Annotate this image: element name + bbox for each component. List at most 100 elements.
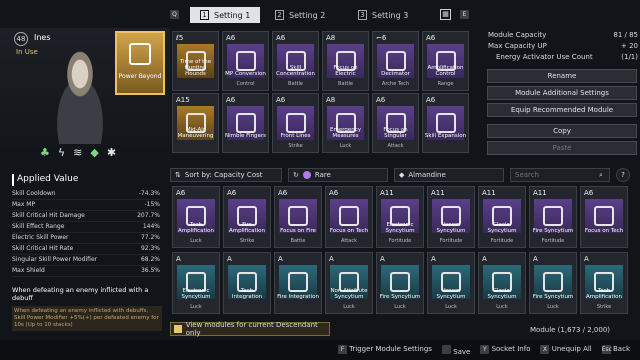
capacity-cost: A8 (326, 34, 336, 42)
inventory-module-card[interactable]: A11 Glacial Syncytium Fortitude (478, 186, 526, 248)
module-category: Fortitude (388, 238, 412, 244)
hint-label: Trigger Module Settings (349, 345, 432, 353)
capacity-cost: A (380, 255, 385, 263)
inventory-module-card[interactable]: A Fire Integration (274, 252, 322, 314)
tab-setting-2[interactable]: 2 Setting 2 (275, 7, 325, 23)
footer-hint[interactable]: Esc Back (601, 345, 630, 356)
inventory-module-card[interactable]: A Fire Syncytium Luck (376, 252, 424, 314)
tab-setting-3[interactable]: 3 Setting 3 (358, 7, 408, 23)
inventory-module-card[interactable]: A11 Fire Syncytium Fortitude (529, 186, 577, 248)
footer-hint[interactable]: Save (441, 345, 470, 356)
equipped-module-card[interactable]: ℓ5 Time of the Hunting Hounds (172, 31, 219, 91)
module-name: Decimator (381, 71, 410, 77)
search-input[interactable] (515, 171, 595, 179)
equipped-module-card[interactable]: A6 Amplification Control Range (422, 31, 469, 91)
inventory-module-card[interactable]: A Tech Integration (223, 252, 271, 314)
tab-setting-1[interactable]: 1 Setting 1 (190, 7, 261, 23)
inventory-module-card[interactable]: A6 Tech Amplification Luck (172, 186, 220, 248)
main-module-card[interactable]: Power Beyond (115, 31, 165, 95)
module-name: Electronic Syncytium (181, 288, 211, 300)
next-tab-key[interactable]: E (460, 10, 469, 19)
module-name: Mid-Air Maneuvering (177, 127, 214, 139)
module-category: Strike (239, 238, 255, 244)
inventory-module-card[interactable]: A Non-Attribute Syncytium Luck (325, 252, 373, 314)
inventory-module-card[interactable]: A Venom Syncytium Luck (427, 252, 475, 314)
capacity-cost: ⌐6 (376, 34, 387, 42)
tab-num: 1 (200, 10, 209, 20)
skill-4-icon[interactable]: ◆ (90, 146, 98, 160)
skill-2-icon[interactable]: ϟ (58, 146, 65, 160)
footer-hint[interactable]: F Trigger Module Settings (337, 345, 432, 356)
grid-icon[interactable]: ▦ (440, 9, 451, 20)
inventory-module-card[interactable]: A Fire Syncytium Luck (529, 252, 577, 314)
prev-tab-key[interactable]: Q (170, 10, 179, 19)
equipped-module-card[interactable]: ⌐6 Decimator Arche Tech (372, 31, 419, 91)
equipped-module-card[interactable]: A6 Skill Expansion (422, 93, 469, 153)
additional-settings-button[interactable]: Module Additional Settings (487, 86, 637, 100)
module-name: Venom Syncytium (436, 288, 466, 300)
equipped-module-card[interactable]: A15 Mid-Air Maneuvering (172, 93, 219, 153)
footer-hint[interactable]: X Unequip All (540, 345, 592, 356)
skill-1-icon[interactable]: ♣ (40, 146, 50, 160)
equipped-module-card[interactable]: A6 Front Lines Strike (272, 93, 319, 153)
capacity-cost: A15 (176, 96, 190, 104)
capacity-cost: A6 (584, 189, 594, 197)
inventory-module-card[interactable]: A11 Venom Syncytium Fortitude (427, 186, 475, 248)
inventory-module-card[interactable]: A11 Electronic Syncytium Fortitude (376, 186, 424, 248)
equip-recommended-button[interactable]: Equip Recommended Module (487, 103, 637, 117)
inventory-module-card[interactable]: A6 Focus on Tech (580, 186, 628, 248)
module-glyph-icon (288, 206, 308, 226)
sort-dropdown[interactable]: ⇅ Sort by: Capacity Cost (170, 168, 282, 182)
capacity-cost: A6 (426, 96, 436, 104)
module-category: Fortitude (541, 238, 565, 244)
equipped-module-card[interactable]: A6 Skill Concentration Battle (272, 31, 319, 91)
inventory-module-card[interactable]: A Glacial Syncytium Luck (478, 252, 526, 314)
paste-button[interactable]: Paste (487, 141, 637, 155)
help-icon[interactable]: ? (616, 168, 630, 182)
module-glyph-icon (285, 113, 306, 133)
module-category: Luck (445, 304, 457, 310)
applied-title: Applied Value (12, 174, 162, 186)
equipped-module-card[interactable]: A8 Focus on Electric Battle (322, 31, 369, 91)
module-category: Luck (343, 304, 355, 310)
key-icon (441, 345, 451, 354)
equipped-module-card[interactable]: A8 Emergency Measures Luck (322, 93, 369, 153)
view-toggle-label: View modules for current Descendant only (185, 321, 318, 337)
tab-label: Setting 2 (289, 10, 326, 20)
footer-hint[interactable]: Y Socket Info (480, 345, 530, 356)
character-portrait (40, 44, 120, 144)
skill-5-icon[interactable]: ✱ (107, 146, 116, 160)
copy-button[interactable]: Copy (487, 124, 637, 138)
rarity-dropdown[interactable]: ↻ Rare (288, 168, 388, 182)
in-use-status: In Use (16, 48, 38, 56)
module-category: Attack (387, 143, 404, 149)
inventory-module-card[interactable]: A6 Focus on Fire Battle (274, 186, 322, 248)
equipped-module-card[interactable]: A6 Nimble Fingers (222, 93, 269, 153)
level-badge: 48 (14, 32, 28, 46)
footer-bar: F Trigger Module Settings Save Y Socket I… (0, 340, 640, 360)
equipped-module-card[interactable]: A6 MP Conversion Control (222, 31, 269, 91)
inventory-module-card[interactable]: A Electronic Syncytium Luck (172, 252, 220, 314)
inventory-module-card[interactable]: A Tech Amplification Strike (580, 252, 628, 314)
module-name: Emergency Measures (329, 127, 362, 139)
rename-button[interactable]: Rename (487, 69, 637, 83)
view-toggle[interactable]: View modules for current Descendant only (170, 321, 330, 337)
capacity-cost: A (431, 255, 436, 263)
capacity-cost: A (329, 255, 334, 263)
skill-3-icon[interactable]: ≋ (73, 146, 82, 160)
checkbox-icon[interactable] (174, 325, 182, 333)
inventory-module-card[interactable]: A6 Fire Amplification Strike (223, 186, 271, 248)
socket-dropdown[interactable]: ◆ Almandine (394, 168, 504, 182)
capacity-value: 81 / 85 (613, 31, 638, 39)
max-capacity-label: Max Capacity UP (488, 42, 547, 50)
equipped-module-card[interactable]: A6 Focus on Singular Attack (372, 93, 419, 153)
module-name: Focus on Tech (329, 228, 369, 234)
module-category: Strike (288, 143, 303, 149)
skill-icons: ♣ ϟ ≋ ◆ ✱ (40, 146, 145, 160)
search-box[interactable]: ⌕ (510, 168, 610, 182)
module-name: Electronic Syncytium (385, 222, 415, 234)
settings-tabs: Q 1 Setting 1 2 Setting 2 3 Setting 3 ▦ … (170, 7, 475, 23)
inventory-module-card[interactable]: A6 Focus on Tech Attack (325, 186, 373, 248)
capacity-cost: A8 (326, 96, 336, 104)
rename-label: Rename (547, 72, 577, 80)
